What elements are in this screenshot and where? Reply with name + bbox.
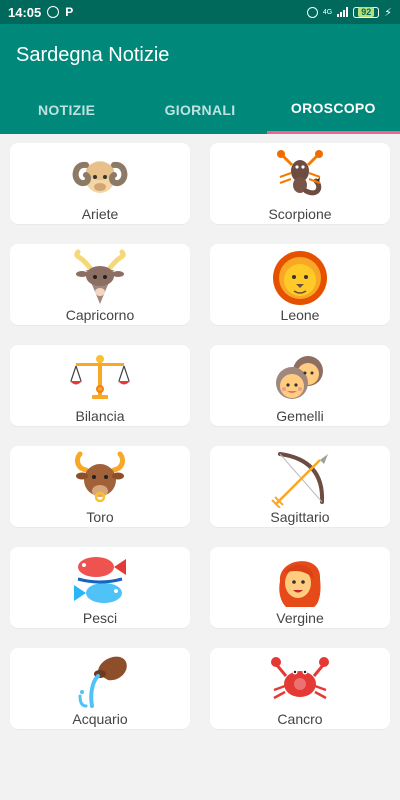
tab-notizie[interactable]: NOTIZIE [0, 86, 133, 134]
scorpion-icon [270, 147, 330, 205]
tab-giornali[interactable]: GIORNALI [133, 86, 266, 134]
sign-card-toro[interactable]: Toro [10, 446, 190, 527]
sign-label: Gemelli [276, 408, 324, 424]
sign-card-ariete[interactable]: Ariete [10, 143, 190, 224]
sign-card-capricorno[interactable]: Capricorno [10, 244, 190, 325]
sign-label: Sagittario [270, 509, 330, 525]
charging-icon: ⚡ [384, 6, 392, 19]
status-bar: 14:05 P 4G 92 ⚡ [0, 0, 400, 24]
bull-icon [70, 450, 130, 508]
sign-card-leone[interactable]: Leone [210, 244, 390, 325]
battery-level: 92 [358, 6, 375, 17]
woman-icon [270, 551, 330, 609]
bow-arrow-icon [270, 450, 330, 508]
sign-card-acquario[interactable]: Acquario [10, 648, 190, 729]
scales-icon [70, 349, 130, 407]
ram-icon [70, 147, 130, 205]
status-time: 14:05 [8, 4, 42, 20]
sign-label: Capricorno [65, 307, 135, 323]
sign-card-gemelli[interactable]: Gemelli [210, 345, 390, 426]
sign-label: Ariete [81, 206, 119, 222]
sign-card-vergine[interactable]: Vergine [210, 547, 390, 628]
twins-icon [270, 349, 330, 407]
whatsapp-icon [47, 6, 60, 18]
sign-card-bilancia[interactable]: Bilancia [10, 345, 190, 426]
sign-label: Leone [280, 307, 320, 323]
sign-card-cancro[interactable]: Cancro [210, 648, 390, 729]
lion-icon [270, 248, 330, 306]
sign-label: Pesci [82, 610, 118, 626]
sign-label: Acquario [72, 711, 128, 727]
horoscope-grid: Ariete Scorpione Capricorno Leone Bilanc… [10, 143, 390, 729]
crab-icon [270, 652, 330, 710]
fish-icon [70, 551, 130, 609]
sign-label: Scorpione [268, 206, 332, 222]
app-bar: Sardegna Notizie NOTIZIE GIORNALI OROSCO… [0, 24, 400, 134]
sign-card-pesci[interactable]: Pesci [10, 547, 190, 628]
battery-icon: 92 [353, 6, 380, 18]
sign-card-scorpione[interactable]: Scorpione [210, 143, 390, 224]
app-title: Sardegna Notizie [16, 44, 170, 66]
sign-label: Bilancia [75, 408, 125, 424]
tab-oroscopo[interactable]: OROSCOPO [266, 86, 400, 134]
signal-icon [337, 7, 349, 17]
sign-label: Toro [86, 509, 114, 525]
goat-icon [70, 248, 130, 306]
network-type-label: 4G [322, 8, 333, 16]
sign-label: Vergine [276, 610, 324, 626]
sign-card-sagittario[interactable]: Sagittario [210, 446, 390, 527]
parking-app-icon: P [65, 5, 74, 19]
water-jug-icon [70, 652, 130, 710]
tab-bar: NOTIZIE GIORNALI OROSCOPO [0, 86, 400, 134]
alarm-icon [306, 6, 318, 18]
sign-label: Cancro [277, 711, 323, 727]
